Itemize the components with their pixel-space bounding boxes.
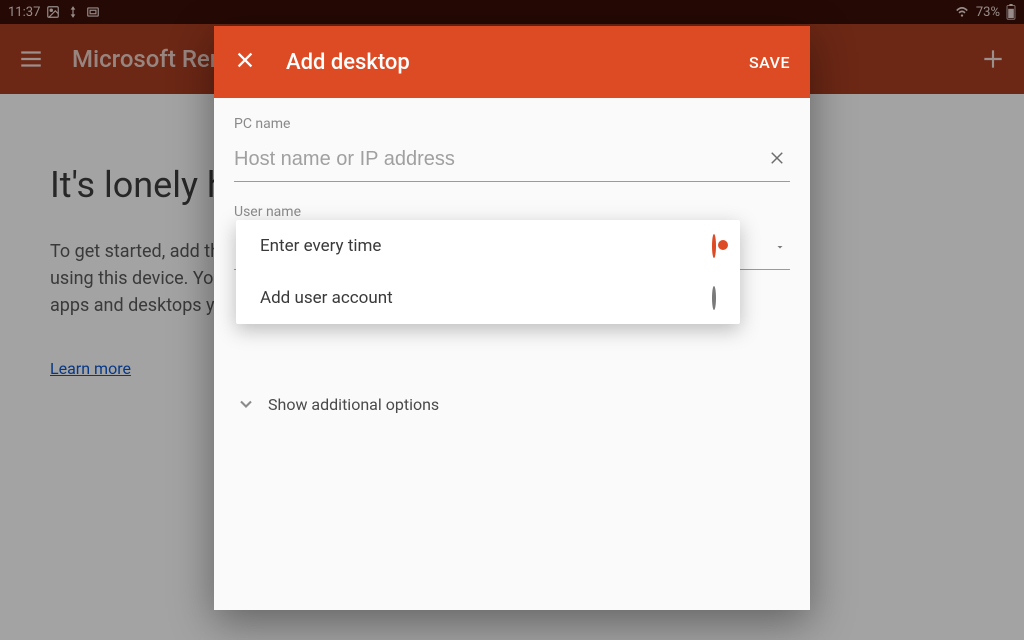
user-name-label: User name [234, 204, 790, 220]
add-desktop-dialog: Add desktop SAVE PC name User name Enter… [214, 26, 810, 610]
show-additional-options[interactable]: Show additional options [234, 394, 790, 414]
clear-input-icon[interactable] [764, 149, 790, 171]
chevron-down-icon [236, 394, 256, 414]
dialog-header: Add desktop SAVE [214, 26, 810, 98]
option-label: Enter every time [260, 236, 381, 256]
option-label: Add user account [260, 288, 393, 308]
radio-selected-icon [712, 236, 716, 256]
dialog-body: PC name User name Enter every time Add u… [214, 98, 810, 610]
pc-name-label: PC name [234, 116, 790, 132]
radio-unselected-icon [712, 288, 716, 308]
user-name-dropdown: Enter every time Add user account [236, 220, 740, 324]
option-add-user-account[interactable]: Add user account [236, 272, 740, 324]
pc-name-input[interactable] [234, 148, 764, 171]
dialog-title: Add desktop [286, 50, 749, 75]
dropdown-caret-icon [774, 238, 786, 257]
option-enter-every-time[interactable]: Enter every time [236, 220, 740, 272]
save-button[interactable]: SAVE [749, 53, 790, 72]
show-more-label: Show additional options [268, 395, 439, 414]
close-icon[interactable] [234, 49, 256, 75]
